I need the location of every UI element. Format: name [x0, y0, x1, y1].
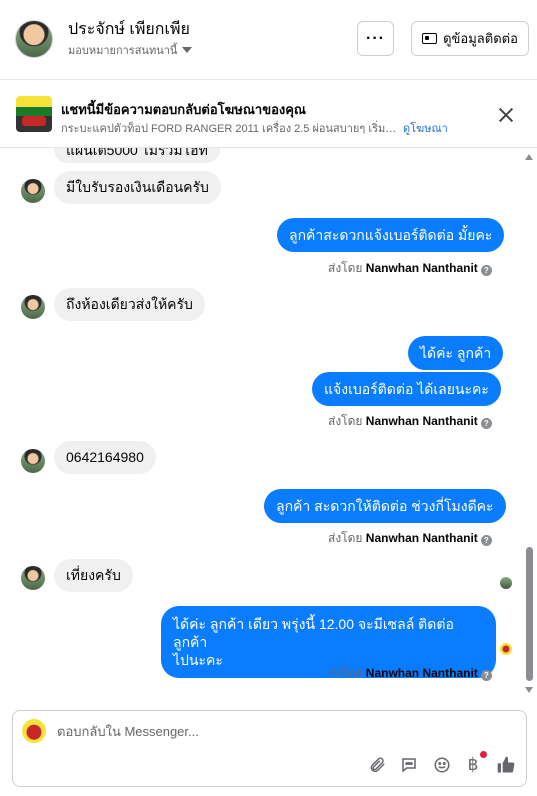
message-incoming[interactable]: แผนเต่5000 ไม่รวมโฮท	[54, 148, 220, 163]
scrollbar-thumb[interactable]	[526, 547, 533, 681]
thumbs-up-icon[interactable]	[496, 755, 516, 775]
contact-name[interactable]: ประจักษ์ เพียกเพีย	[68, 17, 190, 42]
message-incoming[interactable]: มีใบรับรองเงินเดือนครับ	[54, 171, 221, 204]
contact-avatar-small	[21, 449, 45, 473]
sent-by-prefix: ส่งโดย	[328, 414, 363, 428]
message-composer: ฿	[12, 710, 527, 787]
ad-banner-title: แชทนี้มีข้อความตอบกลับต่อโฆษณาของคุณ	[61, 102, 306, 117]
view-contact-label: ดูข้อมูลติดต่อ	[443, 31, 518, 46]
seen-receipt-avatar	[500, 577, 512, 589]
message-outgoing[interactable]: แจ้งเบอร์ติดต่อ ได้เลยนะคะ	[312, 372, 501, 406]
contact-avatar-small	[21, 566, 45, 590]
sent-by-label: ส่งโดย Nanwhan Nanthanit?	[328, 259, 492, 278]
view-ad-link[interactable]: ดูโฆษณา	[403, 119, 448, 137]
info-icon[interactable]: ?	[480, 535, 492, 546]
assign-conversation-label: มอบหมายการสนทนานี้	[68, 45, 178, 57]
emoji-icon[interactable]	[432, 755, 452, 775]
message-incoming[interactable]: 0642164980	[54, 441, 156, 474]
info-icon[interactable]: ?	[480, 418, 492, 429]
ad-thumbnail[interactable]	[16, 96, 52, 132]
payment-icon[interactable]: ฿	[463, 755, 483, 775]
notification-dot	[480, 751, 487, 758]
scroll-up-arrow[interactable]	[525, 154, 533, 160]
sender-name: Nanwhan Nanthanit	[365, 414, 478, 428]
message-line: ได้ค่ะ ลูกค้า เดียว พรุ่งนี้ 12.00 จะมีเ…	[173, 616, 454, 650]
message-incoming[interactable]: ถึงห้องเดียวส่งให้ครับ	[54, 288, 205, 321]
contact-card-icon	[422, 33, 438, 44]
sent-by-label: ส่งโดย Nanwhan Nanthanit?	[328, 412, 492, 431]
view-contact-button[interactable]: ดูข้อมูลติดต่อ	[411, 21, 529, 56]
contact-avatar-small	[21, 295, 45, 319]
more-options-button[interactable]: ···	[357, 21, 394, 56]
info-icon[interactable]: ?	[480, 670, 492, 681]
info-icon[interactable]: ?	[480, 265, 492, 276]
sender-name: Nanwhan Nanthanit	[365, 666, 478, 680]
close-icon[interactable]	[498, 107, 514, 123]
sent-by-label: ส่งโดย Nanwhan Nanthanit?	[328, 529, 492, 548]
conversation-header: ประจักษ์ เพียกเพีย มอบหมายการสนทนานี้ ··…	[0, 0, 537, 80]
assign-conversation-dropdown[interactable]: มอบหมายการสนทนานี้	[68, 41, 193, 59]
reply-input[interactable]	[57, 724, 497, 739]
caret-down-icon	[182, 47, 193, 53]
sent-by-label: ส่งโดย Nanwhan Nanthanit?	[328, 664, 492, 683]
sent-by-prefix: ส่งโดย	[328, 666, 363, 680]
sent-by-prefix: ส่งโดย	[328, 531, 363, 545]
saved-reply-icon[interactable]	[399, 755, 419, 775]
sender-name: Nanwhan Nanthanit	[365, 531, 478, 545]
message-outgoing[interactable]: ลูกค้าสะดวกแจ้งเบอร์ติดต่อ มั้ยคะ	[277, 218, 505, 252]
seen-receipt-avatar	[500, 643, 512, 655]
message-incoming[interactable]: เที่ยงครับ	[54, 559, 133, 592]
page-avatar	[22, 719, 46, 743]
contact-avatar[interactable]	[15, 20, 53, 58]
message-outgoing[interactable]: ได้ค่ะ ลูกค้า	[408, 336, 504, 370]
message-thread[interactable]: แผนเต่5000 ไม่รวมโฮท มีใบรับรองเงินเดือน…	[0, 148, 537, 700]
contact-avatar-small	[21, 179, 45, 203]
message-outgoing[interactable]: ลูกค้า สะดวกให้ติดต่อ ช่วงกี่โมงดีคะ	[264, 489, 506, 523]
attachment-icon[interactable]	[367, 755, 387, 775]
sent-by-prefix: ส่งโดย	[328, 261, 363, 275]
scroll-down-arrow[interactable]	[525, 687, 533, 693]
sender-name: Nanwhan Nanthanit	[365, 261, 478, 275]
ad-banner-text: กระบะแคปตัวท็อป FORD RANGER 2011 เครื่อง…	[61, 123, 401, 135]
